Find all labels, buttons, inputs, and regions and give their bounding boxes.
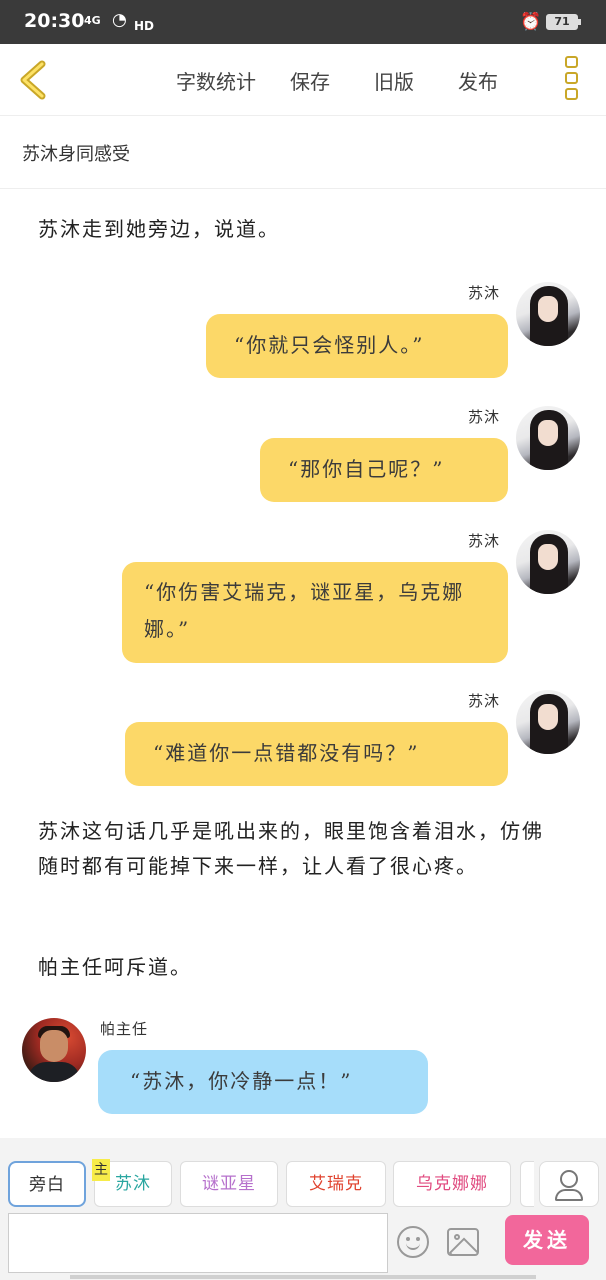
narration-text[interactable]: 帕主任呵斥道。 xyxy=(38,950,192,985)
back-button[interactable] xyxy=(14,58,54,102)
message-bubble[interactable]: “你就只会怪别人。” xyxy=(206,314,508,378)
main-role-badge: 主 xyxy=(92,1159,110,1181)
save-button[interactable]: 保存 xyxy=(290,66,330,95)
old-version-button[interactable]: 旧版 xyxy=(374,66,414,95)
role-selector: 旁白 苏沐 主 谜亚星 艾瑞克 乌克娜娜 xyxy=(0,1159,606,1207)
network-type: 4G xyxy=(84,14,101,27)
role-chip-partial[interactable] xyxy=(520,1161,534,1207)
role-aside-chip[interactable]: 旁白 xyxy=(8,1161,86,1207)
chevron-left-icon xyxy=(20,60,46,100)
toolbar-actions: 字数统计 保存 旧版 发布 xyxy=(176,66,498,95)
message-bubble[interactable]: “你伤害艾瑞克，谜亚星，乌克娜娜。” xyxy=(122,562,508,663)
avatar[interactable] xyxy=(516,530,580,594)
message-bubble[interactable]: “苏沐，你冷静一点！” xyxy=(98,1050,428,1114)
chapter-title[interactable]: 苏沐身同感受 xyxy=(0,116,606,189)
message-bubble[interactable]: “难道你一点错都没有吗？” xyxy=(125,722,508,786)
status-time: 20:30 xyxy=(24,10,85,32)
message-bubble[interactable]: “那你自己呢？” xyxy=(260,438,508,502)
message-input[interactable] xyxy=(8,1213,388,1273)
emoji-icon[interactable] xyxy=(397,1226,429,1258)
narration-text[interactable]: 苏沐这句话几乎是吼出来的，眼里饱含着泪水，仿佛随时都有可能掉下来一样，让人看了很… xyxy=(38,814,558,884)
avatar[interactable] xyxy=(516,690,580,754)
wifi-icon: ◔ xyxy=(112,10,127,30)
speaker-name: 帕主任 xyxy=(100,1020,149,1038)
speaker-name: 苏沐 xyxy=(468,532,501,550)
avatar[interactable] xyxy=(516,282,580,346)
more-menu-icon[interactable] xyxy=(565,56,581,104)
send-button[interactable]: 发送 xyxy=(505,1215,589,1265)
narration-text[interactable]: 苏沐走到她旁边，说道。 xyxy=(38,212,280,247)
editor-toolbar: 字数统计 保存 旧版 发布 xyxy=(0,44,606,116)
hd-label: HD xyxy=(134,19,155,33)
role-miyaxing-chip[interactable]: 谜亚星 xyxy=(180,1161,278,1207)
role-wukenana-chip[interactable]: 乌克娜娜 xyxy=(393,1161,511,1207)
alarm-icon: ⏰ xyxy=(520,12,542,32)
user-icon[interactable] xyxy=(539,1161,599,1207)
publish-button[interactable]: 发布 xyxy=(458,66,498,95)
avatar[interactable] xyxy=(516,406,580,470)
speaker-name: 苏沐 xyxy=(468,692,501,710)
avatar[interactable] xyxy=(22,1018,86,1082)
navigation-bar xyxy=(70,1275,536,1279)
word-count-button[interactable]: 字数统计 xyxy=(176,66,256,95)
composer-panel: 旁白 苏沐 主 谜亚星 艾瑞克 乌克娜娜 发送 xyxy=(0,1138,606,1280)
speaker-name: 苏沐 xyxy=(468,408,501,426)
battery-level: 71 xyxy=(546,14,581,30)
status-bar: 20:30 4G ◔ HD ⏰ 71 xyxy=(0,0,606,44)
speaker-name: 苏沐 xyxy=(468,284,501,302)
image-icon[interactable] xyxy=(447,1228,479,1256)
role-airuike-chip[interactable]: 艾瑞克 xyxy=(286,1161,386,1207)
